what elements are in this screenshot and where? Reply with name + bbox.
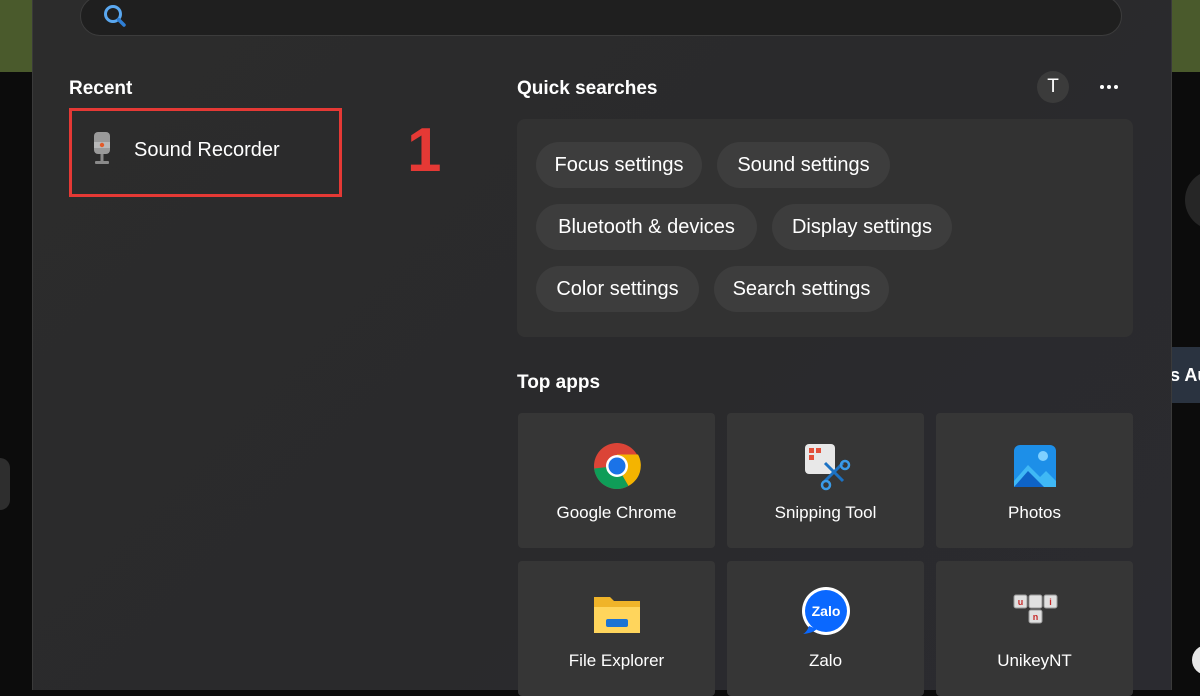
zalo-icon: Zalo [802, 587, 850, 635]
app-tile-zalo[interactable]: Zalo Zalo [727, 561, 924, 696]
step-number-annotation: 1 [407, 116, 442, 185]
app-tile-snipping-tool[interactable]: Snipping Tool [727, 413, 924, 548]
chip-sound-settings[interactable]: Sound settings [717, 142, 890, 188]
app-label: Snipping Tool [774, 503, 877, 522]
chip-focus-settings[interactable]: Focus settings [536, 142, 702, 188]
app-label: Photos [1008, 503, 1061, 522]
chip-bluetooth-devices[interactable]: Bluetooth & devices [536, 204, 757, 250]
top-apps-title: Top apps [517, 372, 601, 393]
svg-text:n: n [1033, 612, 1039, 622]
file-explorer-icon [594, 597, 640, 633]
recent-item-label: Sound Recorder [134, 139, 280, 161]
app-tile-file-explorer[interactable]: File Explorer [518, 561, 715, 696]
svg-text:i: i [1049, 597, 1052, 607]
background-circle-white [1192, 645, 1200, 675]
chip-display-settings[interactable]: Display settings [772, 204, 952, 250]
chrome-icon [594, 443, 641, 490]
unikey-icon: u i n [1013, 594, 1058, 624]
app-label: Google Chrome [556, 503, 677, 522]
background-pill [0, 458, 10, 510]
search-icon [104, 5, 126, 27]
chip-search-settings[interactable]: Search settings [714, 266, 889, 312]
recent-title: Recent [69, 78, 133, 99]
background-circle [1185, 170, 1200, 230]
app-label: UnikeyNT [997, 651, 1072, 670]
background-text: s Au [1170, 365, 1200, 385]
avatar[interactable]: T [1037, 71, 1069, 103]
quick-searches-title: Quick searches [517, 78, 658, 99]
app-label: Zalo [808, 651, 843, 670]
snipping-tool-icon [805, 444, 851, 491]
svg-text:u: u [1018, 597, 1024, 607]
app-tile-unikeynt[interactable]: u i n UnikeyNT [936, 561, 1133, 696]
app-tile-google-chrome[interactable]: Google Chrome [518, 413, 715, 548]
more-options-icon[interactable] [1093, 72, 1125, 102]
app-tile-photos[interactable]: Photos [936, 413, 1133, 548]
chip-color-settings[interactable]: Color settings [536, 266, 699, 312]
svg-text:Zalo: Zalo [812, 603, 841, 619]
photos-icon [1014, 445, 1056, 487]
app-label: File Explorer [568, 651, 665, 670]
search-input[interactable] [140, 4, 1104, 32]
microphone-icon [94, 132, 110, 164]
